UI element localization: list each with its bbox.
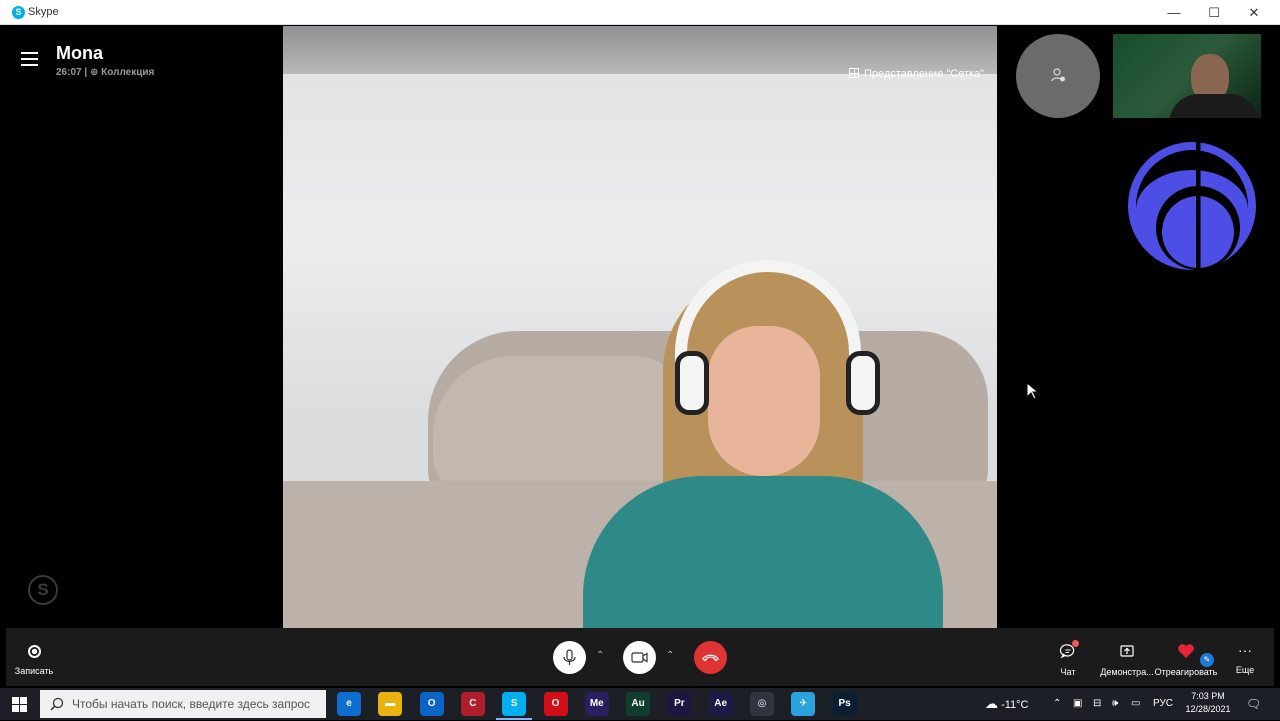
microphone-icon — [563, 649, 576, 665]
record-label: Записать — [14, 666, 54, 676]
taskbar-app-icon[interactable]: ✈ — [791, 692, 816, 716]
hang-up-icon — [702, 654, 719, 662]
info-separator: | — [84, 67, 88, 78]
collection-label[interactable]: Коллекция — [101, 67, 154, 78]
clock-time: 7:03 PM — [1191, 691, 1225, 701]
chat-button[interactable]: Чат — [1053, 640, 1083, 677]
weather-widget[interactable]: ☁ -11°C — [985, 688, 1045, 720]
video-toggle-button[interactable] — [623, 641, 656, 674]
add-people-button[interactable] — [1016, 34, 1100, 118]
more-icon: ··· — [1238, 642, 1252, 658]
taskbar-search-input[interactable]: Чтобы начать поиск, введите здесь запрос — [40, 690, 326, 718]
heart-icon — [1178, 644, 1194, 658]
notifications-icon[interactable]: 🗨 — [1246, 688, 1261, 720]
maximize-button[interactable]: ☐ — [1194, 0, 1234, 25]
grid-view-button[interactable]: Представление "Сетка" — [849, 68, 984, 80]
taskbar-app-icon[interactable]: Me — [584, 692, 609, 716]
contact-name: Mona — [56, 43, 103, 63]
taskbar-clock[interactable]: 7:03 PM 12/28/2021 — [1180, 690, 1236, 716]
cloud-icon: ☁ — [985, 696, 998, 711]
video-earcup-left — [675, 351, 709, 415]
mouse-cursor-icon — [1026, 382, 1040, 400]
participant-avatar-icon[interactable] — [1126, 140, 1258, 272]
self-video-preview[interactable] — [1113, 34, 1261, 118]
share-screen-button[interactable]: Демонстра... — [1096, 643, 1158, 677]
edit-pencil-icon: ✎ — [1200, 653, 1214, 667]
search-icon — [50, 697, 64, 711]
video-earcup-right — [846, 351, 880, 415]
end-call-button[interactable] — [694, 641, 727, 674]
grid-icon — [849, 68, 859, 78]
share-screen-icon — [1120, 645, 1134, 657]
more-label: Еще — [1235, 665, 1255, 675]
call-info: 26:07 | ⊕ Коллекция — [56, 67, 154, 78]
tray-battery-icon[interactable]: ▭ — [1131, 688, 1140, 720]
taskbar-app-icon[interactable]: Pr — [667, 692, 692, 716]
clock-date: 12/28/2021 — [1185, 704, 1231, 714]
record-button[interactable]: Записать — [14, 645, 54, 676]
more-options-button[interactable]: ··· Еще — [1232, 643, 1258, 675]
self-video-shirt — [1169, 94, 1259, 118]
call-duration: 26:07 — [56, 67, 82, 78]
taskbar-app-icon[interactable]: O — [419, 692, 444, 716]
tray-chevron-icon[interactable]: ⌃ — [1053, 688, 1061, 720]
taskbar-app-icon[interactable]: C — [460, 692, 485, 716]
window-title: Skype — [28, 6, 59, 18]
audio-options-chevron-icon[interactable]: ⌃ — [596, 650, 604, 661]
taskbar-app-icon[interactable]: ◎ — [750, 692, 774, 716]
skype-logo-icon: S — [12, 6, 25, 19]
taskbar-app-icon[interactable]: Ae — [708, 692, 733, 716]
windows-start-icon[interactable] — [12, 697, 27, 712]
language-indicator[interactable]: РУС — [1153, 688, 1173, 720]
video-couch-cushion — [433, 356, 693, 496]
tray-volume-icon[interactable]: 🕪 — [1112, 688, 1118, 720]
close-button[interactable]: ✕ — [1234, 0, 1274, 25]
video-options-chevron-icon[interactable]: ⌃ — [666, 650, 674, 661]
taskbar-app-icon[interactable]: Ps — [832, 692, 857, 716]
add-person-icon — [1051, 68, 1065, 82]
remote-video — [283, 26, 997, 628]
video-ceiling — [283, 26, 997, 74]
title-bar: S Skype — ☐ ✕ — [0, 0, 1280, 25]
taskbar-app-icon[interactable]: O — [543, 692, 568, 716]
mute-button[interactable] — [553, 641, 586, 674]
taskbar-app-icon[interactable]: S — [496, 692, 533, 720]
search-placeholder: Чтобы начать поиск, введите здесь запрос — [72, 697, 311, 711]
weather-temp: -11°C — [1001, 699, 1029, 711]
menu-icon[interactable] — [21, 52, 38, 66]
chat-label: Чат — [1060, 667, 1076, 677]
react-button[interactable]: Отреагировать ✎ — [1154, 643, 1218, 677]
grid-view-label: Представление "Сетка" — [864, 68, 985, 80]
share-label: Демонстра... — [1100, 667, 1154, 677]
collection-icon: ⊕ — [89, 67, 99, 78]
taskbar-app-icon[interactable]: e — [337, 692, 361, 716]
taskbar-app-icon[interactable]: ▬ — [378, 692, 403, 716]
skype-watermark-icon: S — [28, 575, 58, 605]
video-person-body — [583, 476, 943, 628]
skype-window: S Skype — ☐ ✕ Mona 26:07 | ⊕ Коллекция S — [0, 0, 1280, 688]
tray-network-icon[interactable]: ⊟ — [1093, 688, 1101, 720]
taskbar-app-icon[interactable]: Au — [626, 692, 651, 716]
tray-meet-icon[interactable]: ▣ — [1073, 688, 1082, 720]
windows-taskbar: Чтобы начать поиск, введите здесь запрос… — [0, 688, 1280, 720]
minimize-button[interactable]: — — [1154, 0, 1194, 25]
call-stage: Mona 26:07 | ⊕ Коллекция S Представление… — [6, 26, 1274, 628]
react-label: Отреагировать — [1154, 667, 1218, 677]
chat-notification-dot — [1072, 640, 1079, 647]
record-icon — [27, 645, 41, 658]
video-camera-icon — [631, 652, 648, 663]
call-toolbar: Записать ⌃ ⌃ Чат Демонстра... Отреагиров… — [6, 628, 1274, 686]
